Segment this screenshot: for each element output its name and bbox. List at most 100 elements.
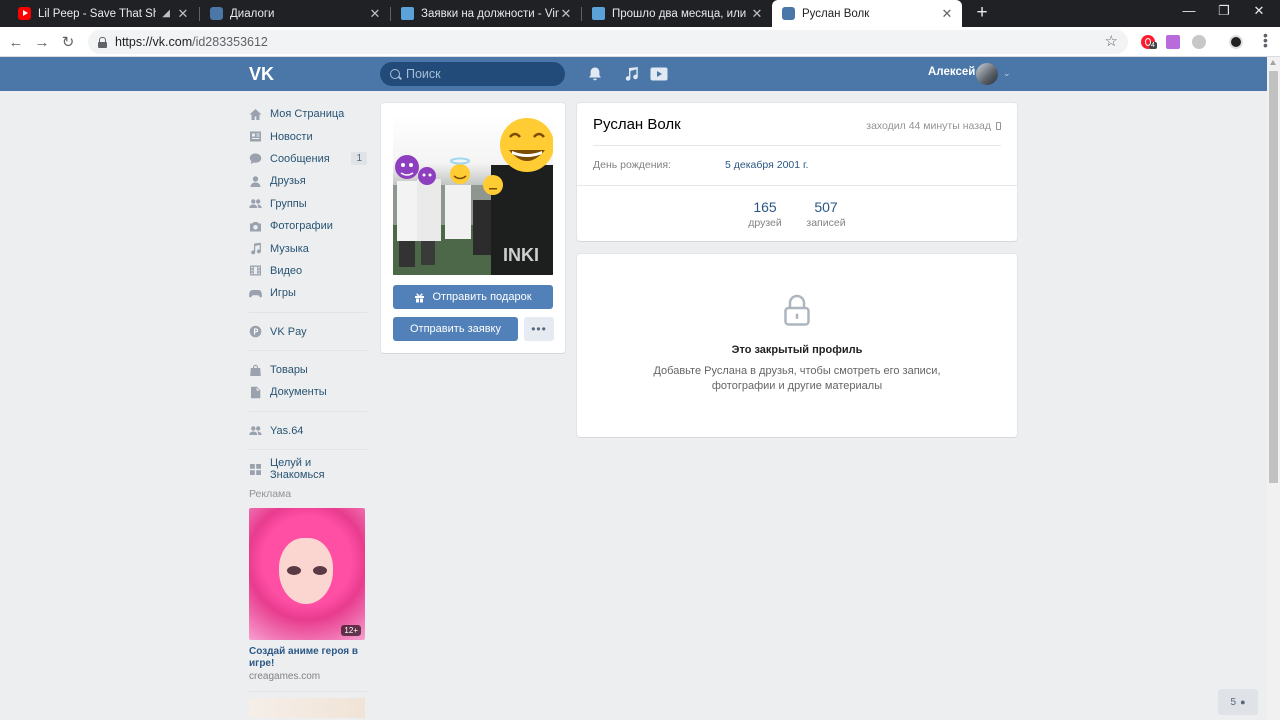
browser-tab-active-profile[interactable]: Руслан Волк ✕	[772, 0, 962, 27]
menu-dots-icon[interactable]: • • •	[1263, 28, 1268, 52]
mobile-phone-icon	[996, 122, 1001, 130]
last-seen-status: заходил 44 минуты назад	[866, 120, 1001, 132]
browser-tab-vimeworld-1[interactable]: Заявки на должности - Vime ✕	[391, 0, 581, 27]
tab-title: Заявки на должности - Vime	[421, 7, 559, 20]
close-tab-icon[interactable]: ✕	[750, 6, 764, 22]
send-friend-request-button[interactable]: Отправить заявку	[393, 317, 518, 341]
bookmark-star-icon[interactable]: ☆	[1105, 32, 1118, 50]
profile-photo-image: INKI	[393, 118, 553, 275]
menu-item-my-page[interactable]: Моя Страница	[249, 103, 367, 125]
search-box[interactable]	[380, 62, 565, 86]
close-window-icon[interactable]: ✕	[1249, 3, 1269, 19]
browser-tab-vimeworld-2[interactable]: Прошло два месяца, или бол ✕	[582, 0, 772, 27]
vk-logo-icon[interactable]: VK	[249, 64, 276, 83]
menu-item-messages[interactable]: Сообщения 1	[249, 148, 367, 170]
video-play-icon[interactable]	[650, 66, 668, 82]
opera-extension-icon[interactable]: 4	[1141, 35, 1157, 49]
browser-tab-youtube[interactable]: Lil Peep - Save That Shit (O ◢ ✕	[8, 0, 198, 27]
online-count: 5	[1230, 696, 1237, 708]
bell-icon[interactable]	[587, 66, 603, 82]
menu-item-documents[interactable]: Документы	[249, 381, 367, 403]
menu-item-app[interactable]: Целуй и Знакомься	[249, 457, 367, 482]
ad-image-second[interactable]	[249, 698, 365, 719]
menu-item-video[interactable]: Видео	[249, 260, 367, 282]
close-tab-icon[interactable]: ✕	[176, 6, 190, 22]
search-input[interactable]	[406, 67, 556, 81]
menu-divider	[249, 349, 367, 351]
page-scrollbar[interactable]	[1267, 57, 1280, 720]
forward-icon[interactable]: →	[32, 32, 52, 52]
lock-icon[interactable]	[98, 36, 107, 48]
purple-extension-icon[interactable]	[1166, 35, 1180, 49]
menu-item-music[interactable]: Музыка	[249, 237, 367, 259]
music-note-icon[interactable]	[623, 66, 639, 82]
vk-header: VK Алексей ⌄	[0, 57, 1267, 91]
back-icon[interactable]: ←	[6, 32, 26, 52]
menu-item-games[interactable]: Игры	[249, 282, 367, 304]
restore-icon[interactable]: ❐	[1214, 3, 1234, 19]
menu-item-goods[interactable]: Товары	[249, 359, 367, 381]
ad-age-badge: 12+	[341, 625, 361, 637]
profile-avatar-icon[interactable]	[1229, 35, 1243, 49]
menu-label: Целуй и Знакомься	[270, 457, 325, 482]
bag-icon	[249, 364, 262, 377]
more-actions-button[interactable]: •••	[524, 317, 554, 341]
profile-name: Руслан Волк	[593, 116, 681, 133]
friends-label: друзей	[748, 217, 782, 229]
group-icon	[249, 424, 262, 437]
posts-counter[interactable]: 507 записей	[796, 199, 856, 229]
user-name[interactable]: Алексей	[928, 66, 975, 78]
svg-text:INKI: INKI	[503, 245, 539, 265]
friends-count: 165	[753, 199, 777, 215]
menu-label: Сообщения	[270, 152, 330, 165]
scroll-thumb[interactable]	[1269, 71, 1278, 483]
ad-image[interactable]: 12+	[249, 508, 365, 641]
close-tab-icon[interactable]: ✕	[368, 6, 382, 22]
menu-divider	[249, 449, 367, 451]
profile-photo[interactable]: INKI	[393, 115, 553, 275]
browser-tab-dialogs[interactable]: Диалоги ✕	[200, 0, 390, 27]
minimize-icon[interactable]: —	[1179, 3, 1199, 18]
menu-item-news[interactable]: Новости	[249, 125, 367, 147]
speaker-icon[interactable]: ◢	[162, 8, 170, 19]
menu-divider	[249, 410, 367, 412]
menu-item-vk-pay[interactable]: VK Pay	[249, 321, 367, 343]
friends-counter[interactable]: 165 друзей	[735, 199, 795, 229]
menu-item-friends[interactable]: Друзья	[249, 170, 367, 192]
url-text: https://vk.com/id283353612	[115, 35, 268, 49]
camera-icon	[249, 220, 262, 233]
menu-label: Музыка	[270, 242, 309, 255]
menu-label: Моя Страница	[270, 108, 345, 121]
address-bar[interactable]: https://vk.com/id283353612 ☆	[88, 30, 1128, 54]
messages-icon	[249, 152, 262, 165]
menu-label: Игры	[270, 287, 296, 300]
globe-extension-icon[interactable]	[1192, 35, 1206, 49]
menu-item-photos[interactable]: Фотографии	[249, 215, 367, 237]
music-icon	[249, 242, 262, 255]
chevron-down-icon[interactable]: ⌄	[1003, 68, 1011, 79]
reload-icon[interactable]: ↻	[58, 32, 78, 52]
browser-navbar: ← → ↻ https://vk.com/id283353612 ☆ 4 • • •	[0, 27, 1280, 57]
new-tab-icon[interactable]: +	[973, 2, 991, 24]
menu-item-group-yas64[interactable]: Yas.64	[249, 420, 367, 442]
scroll-up-icon[interactable]	[1270, 60, 1276, 65]
tab-title: Lil Peep - Save That Shit (O	[38, 7, 157, 20]
ad-domain: creagames.com	[249, 671, 321, 683]
search-icon	[390, 69, 400, 79]
friends-online-widget[interactable]: 5 ●	[1218, 689, 1258, 715]
ad-divider	[249, 691, 367, 693]
news-icon	[249, 130, 262, 143]
menu-label: Группы	[270, 197, 307, 210]
close-tab-icon[interactable]: ✕	[559, 6, 573, 22]
vimeworld-icon	[592, 7, 605, 20]
user-avatar[interactable]	[976, 63, 998, 85]
birthday-value[interactable]: 5 декабря 2001 г.	[725, 159, 808, 171]
ads-title: Реклама	[249, 488, 292, 501]
ad-title-link[interactable]: Создай аниме героя в игре!	[249, 646, 367, 670]
close-tab-icon[interactable]: ✕	[940, 6, 954, 22]
youtube-icon	[18, 7, 31, 20]
send-gift-button[interactable]: Отправить подарок	[393, 285, 553, 309]
tab-title: Диалоги	[230, 7, 275, 20]
menu-item-groups[interactable]: Группы	[249, 193, 367, 215]
menu-label: Товары	[270, 364, 308, 377]
